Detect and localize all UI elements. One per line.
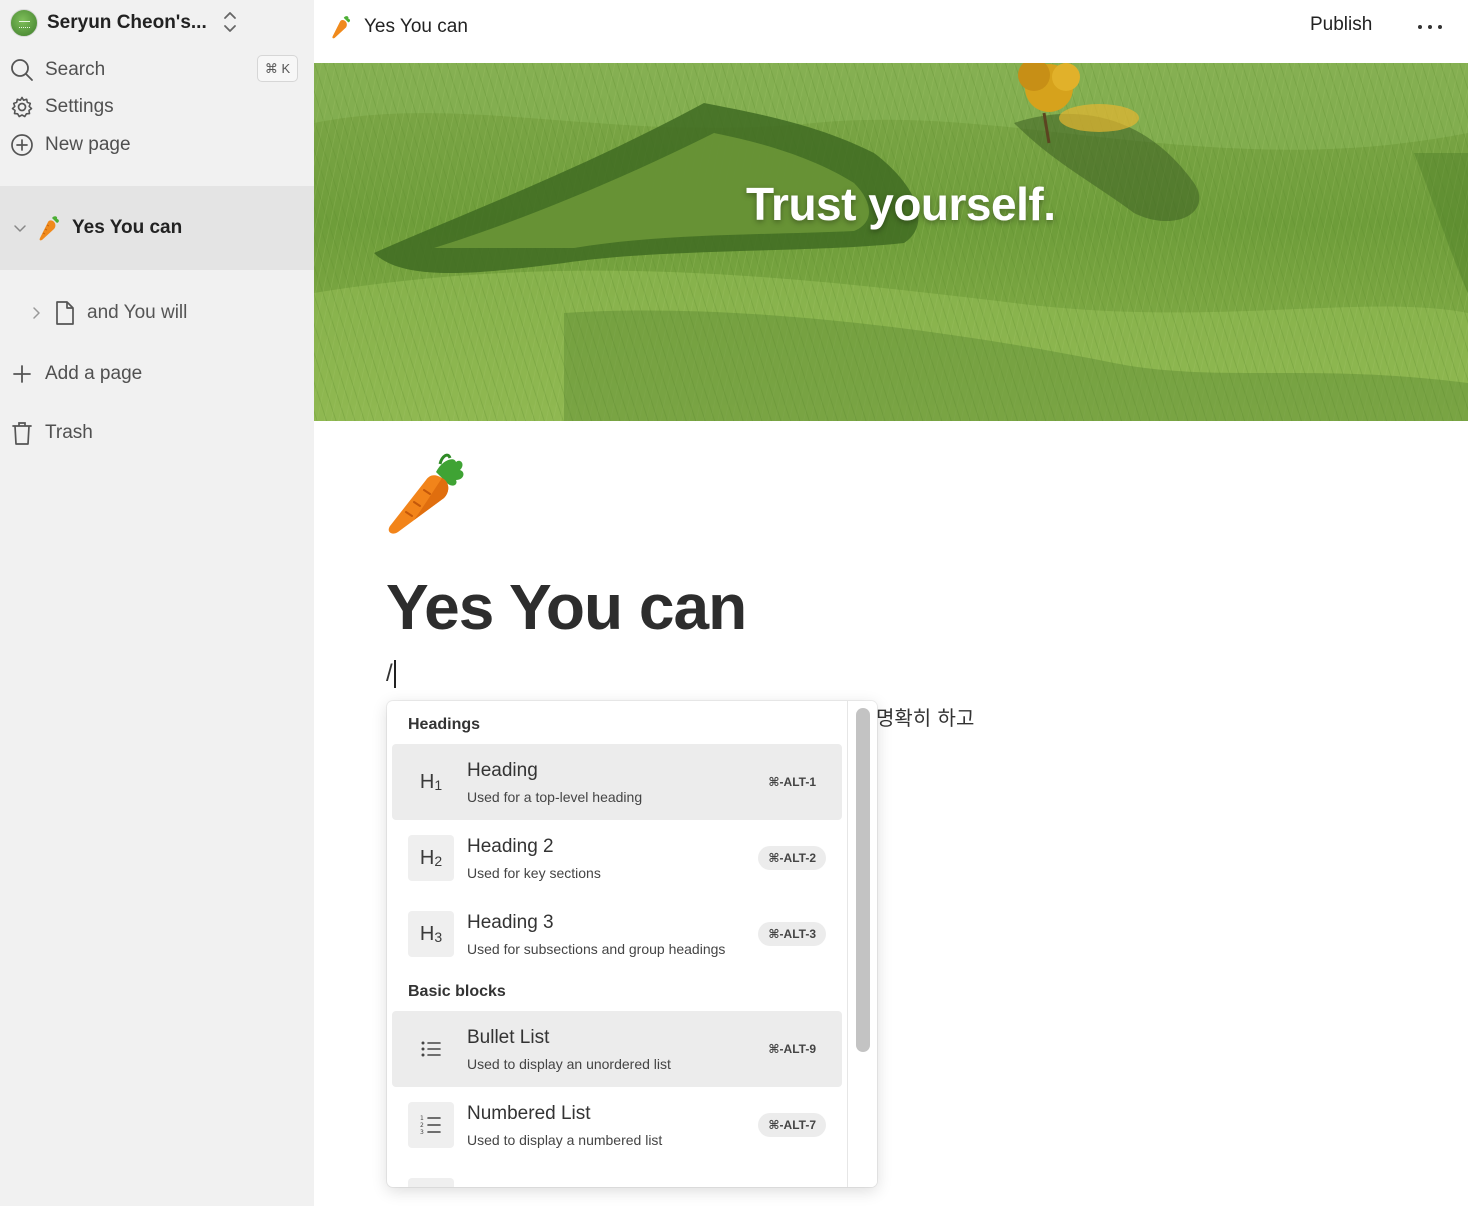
menu-item-description: Used to display a numbered list: [467, 1132, 663, 1148]
menu-list: Headings H1 Heading Used for a top-level…: [387, 701, 847, 1187]
plus-circle-icon: [10, 133, 34, 157]
menu-item-shortcut: ⌘-ALT-1: [768, 775, 816, 789]
document-icon: [56, 301, 74, 325]
menu-item-description: Used for key sections: [467, 865, 601, 881]
menu-item-heading-3[interactable]: H3 Heading 3 Used for subsections and gr…: [392, 896, 842, 972]
menu-item-numbered-list[interactable]: 123 Numbered List Used to display a numb…: [392, 1087, 842, 1163]
chevron-right-icon[interactable]: [28, 305, 44, 321]
menu-item-description: Used to display an unordered list: [467, 1056, 671, 1072]
field-landscape-image: [314, 63, 1468, 421]
sidebar-item-yes-you-can[interactable]: Yes You can: [12, 213, 182, 243]
partial-paragraph: 명확히 하고: [876, 706, 975, 730]
heading-1-icon: H1: [419, 770, 443, 794]
menu-item-title: Bullet List: [467, 1027, 550, 1048]
heading-3-icon: H3: [408, 911, 454, 957]
menu-item-title: Heading 3: [467, 912, 554, 933]
menu-item-title: Heading: [467, 760, 538, 781]
menu-item-heading-2[interactable]: H2 Heading 2 Used for key sections ⌘-ALT…: [392, 820, 842, 896]
scrollbar-thumb[interactable]: [856, 708, 870, 1052]
carrot-icon: [39, 216, 59, 241]
menu-group-label: Basic blocks: [408, 983, 506, 1000]
slash-input-text: /: [386, 660, 393, 687]
workspace-name: Seryun Cheon's...: [47, 12, 207, 33]
gear-icon: [10, 95, 34, 119]
chevron-down-icon[interactable]: [12, 220, 28, 236]
svg-text:1: 1: [420, 1115, 424, 1122]
search-button[interactable]: Search ⌘ K: [10, 55, 304, 85]
sidebar-item-label: and You will: [87, 302, 188, 323]
dot: [1438, 25, 1442, 29]
search-label: Search: [45, 59, 106, 80]
menu-item-shortcut: ⌘-ALT-9: [768, 1042, 816, 1056]
cover-image[interactable]: Trust yourself.: [314, 63, 1468, 421]
breadcrumb-title: Yes You can: [364, 16, 468, 37]
menu-item-shortcut: ⌘-ALT-2: [758, 846, 826, 870]
new-page-button[interactable]: New page: [10, 130, 304, 160]
menu-item-title: Heading 2: [467, 836, 554, 857]
numbered-list-icon: 123: [408, 1102, 454, 1148]
page-title[interactable]: Yes You can: [386, 570, 747, 644]
menu-item-title: Numbered List: [467, 1103, 591, 1124]
sidebar-item-label: Yes You can: [72, 217, 183, 238]
trash-label: Trash: [45, 422, 93, 443]
breadcrumb[interactable]: Yes You can: [330, 14, 468, 40]
page-emoji-carrot-icon[interactable]: [384, 450, 468, 536]
top-bar: Yes You can Publish: [314, 0, 1468, 58]
menu-scrollbar[interactable]: [847, 701, 877, 1187]
menu-item-shortcut: ⌘-ALT-7: [758, 1113, 826, 1137]
trash-icon: [10, 421, 34, 445]
dot: [1428, 25, 1432, 29]
slash-command-menu: Headings H1 Heading Used for a top-level…: [387, 701, 877, 1187]
more-options-button[interactable]: [1418, 17, 1442, 37]
trash-button[interactable]: Trash: [10, 418, 304, 448]
new-page-label: New page: [45, 134, 131, 155]
search-shortcut: ⌘ K: [257, 55, 298, 82]
text-caret: [393, 660, 396, 688]
menu-item-description: Used for a top-level heading: [467, 789, 643, 805]
menu-item-bullet-list[interactable]: Bullet List Used to display an unordered…: [392, 1011, 842, 1087]
menu-item-description: Used for subsections and group headings: [467, 941, 726, 957]
svg-text:2: 2: [420, 1122, 424, 1129]
heading-2-icon: H2: [408, 835, 454, 881]
dot: [1418, 25, 1422, 29]
settings-label: Settings: [45, 96, 114, 117]
sidebar: Seryun Cheon's... Search ⌘ K Settings Ne…: [0, 0, 314, 1206]
bullet-list-icon: [408, 1026, 454, 1072]
settings-button[interactable]: Settings: [10, 92, 304, 122]
plus-icon: [10, 362, 34, 386]
menu-item-heading[interactable]: H1 Heading Used for a top-level heading …: [392, 744, 842, 820]
svg-text:3: 3: [420, 1129, 424, 1136]
workspace-switcher[interactable]: Seryun Cheon's...: [10, 8, 304, 38]
chevron-up-down-icon[interactable]: [221, 9, 239, 35]
sidebar-item-and-you-will[interactable]: and You will: [28, 298, 187, 328]
next-item-icon: [408, 1178, 454, 1187]
editor-line[interactable]: /: [386, 660, 396, 688]
menu-item-next-partial[interactable]: [392, 1163, 842, 1187]
cover-quote: Trust yourself.: [746, 178, 1056, 230]
search-icon: [10, 58, 34, 82]
workspace-avatar: [10, 9, 38, 37]
add-page-button[interactable]: Add a page: [10, 359, 304, 389]
add-page-label: Add a page: [45, 363, 143, 384]
carrot-icon: [332, 16, 351, 39]
publish-button[interactable]: Publish: [1310, 14, 1372, 36]
menu-group-label: Headings: [408, 716, 481, 733]
menu-item-shortcut: ⌘-ALT-3: [758, 922, 826, 946]
